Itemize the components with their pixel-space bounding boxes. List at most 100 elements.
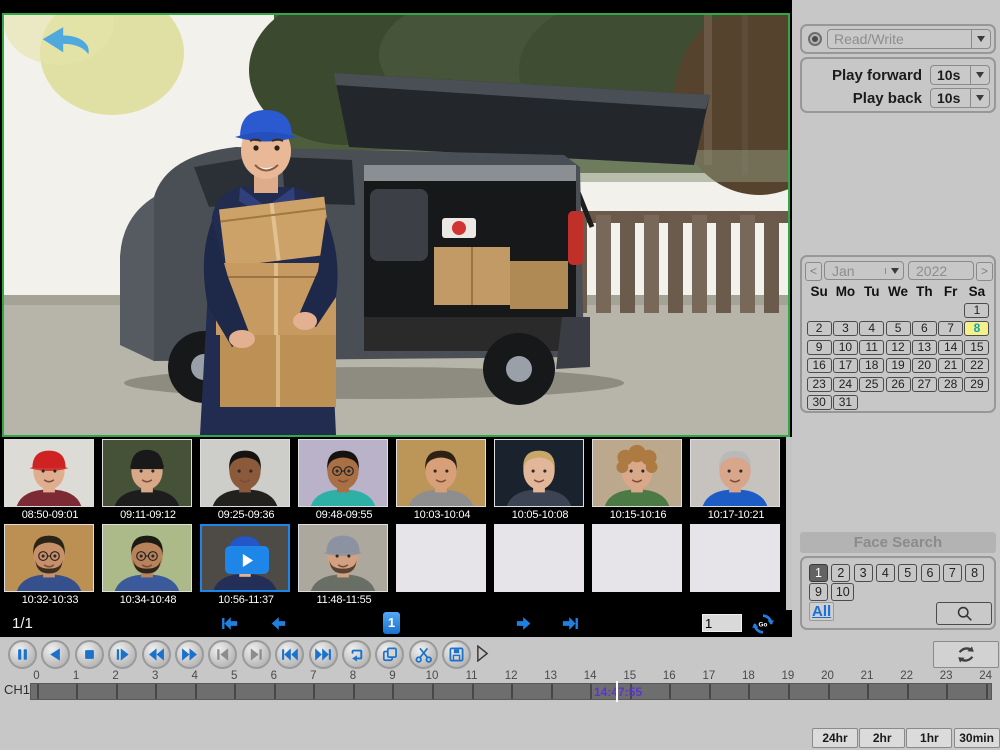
face-target-button-10[interactable]: 10 <box>831 583 854 601</box>
man-glasses-profile-store-thumbnail[interactable] <box>4 524 94 592</box>
select-all-button[interactable]: All <box>809 602 834 621</box>
thumbnail-scrollbar[interactable] <box>786 437 792 610</box>
calendar-date-15[interactable]: 15 <box>964 340 989 355</box>
calendar-date-25[interactable]: 25 <box>859 377 884 392</box>
back-button[interactable] <box>38 23 94 61</box>
hour-tick <box>195 684 197 699</box>
face-target-button-7[interactable]: 7 <box>943 564 962 582</box>
rewind-button[interactable] <box>142 640 171 669</box>
face-target-button-5[interactable]: 5 <box>898 564 917 582</box>
play-back-dropdown[interactable]: 10s <box>930 88 990 108</box>
thumbnail-slot: 10:05-10:08 <box>494 439 586 521</box>
playhead-cursor[interactable] <box>616 681 618 702</box>
calendar-date-31[interactable]: 31 <box>833 395 858 410</box>
go-page-button[interactable]: Go <box>752 613 774 635</box>
fast-forward-button[interactable] <box>175 640 204 669</box>
man-glasses-beard-store-thumbnail[interactable] <box>102 524 192 592</box>
play-backward-button[interactable] <box>41 640 70 669</box>
calendar-date-30[interactable]: 30 <box>807 395 832 410</box>
cut-button[interactable] <box>409 640 438 669</box>
swap-view-button[interactable] <box>933 641 999 668</box>
range-button-1hr[interactable]: 1hr <box>906 728 952 748</box>
prev-record-button[interactable] <box>275 640 304 669</box>
man-black-beanie-thumbnail[interactable] <box>102 439 192 507</box>
calendar-date-10[interactable]: 10 <box>833 340 858 355</box>
calendar-next-button[interactable]: > <box>976 262 993 281</box>
prev-page-button[interactable] <box>266 614 292 633</box>
copy-button[interactable] <box>375 640 404 669</box>
face-target-button-8[interactable]: 8 <box>965 564 984 582</box>
face-target-button-3[interactable]: 3 <box>854 564 873 582</box>
man-smiling-store-thumbnail[interactable] <box>396 439 486 507</box>
calendar-date-6[interactable]: 6 <box>912 321 937 336</box>
face-target-button-2[interactable]: 2 <box>831 564 850 582</box>
calendar-date-24[interactable]: 24 <box>833 377 858 392</box>
loop-button[interactable] <box>342 640 371 669</box>
calendar-date-29[interactable]: 29 <box>964 377 989 392</box>
play-overlay-icon[interactable] <box>225 546 269 574</box>
face-target-button-1[interactable]: 1 <box>809 564 828 582</box>
calendar-date-1[interactable]: 1 <box>964 303 989 318</box>
stream-mode-radio[interactable] <box>808 32 822 46</box>
calendar-date-2[interactable]: 2 <box>807 321 832 336</box>
man-glasses-teal-shirt-thumbnail[interactable] <box>298 439 388 507</box>
calendar-date-19[interactable]: 19 <box>886 358 911 373</box>
calendar-date-3[interactable]: 3 <box>833 321 858 336</box>
calendar-date-27[interactable]: 27 <box>912 377 937 392</box>
calendar-date-11[interactable]: 11 <box>859 340 884 355</box>
calendar-date-8[interactable]: 8 <box>964 321 989 336</box>
prev-frame-button[interactable] <box>208 640 237 669</box>
calendar-date-18[interactable]: 18 <box>859 358 884 373</box>
face-target-button-9[interactable]: 9 <box>809 583 828 601</box>
current-page-indicator[interactable]: 1 <box>383 612 400 634</box>
calendar-date-28[interactable]: 28 <box>938 377 963 392</box>
playback-controls <box>0 637 1000 672</box>
calendar-date-16[interactable]: 16 <box>807 358 832 373</box>
calendar-date-22[interactable]: 22 <box>964 358 989 373</box>
man-gray-hair-blue-shirt-thumbnail[interactable] <box>690 439 780 507</box>
expand-toggle-button[interactable] <box>476 645 489 667</box>
timeline-bar[interactable] <box>30 683 992 700</box>
play-forward-dropdown[interactable]: 10s <box>930 65 990 85</box>
man-red-cap-thumbnail[interactable] <box>4 439 94 507</box>
play-forward-button[interactable] <box>108 640 137 669</box>
calendar-date-13[interactable]: 13 <box>912 340 937 355</box>
calendar-date-9[interactable]: 9 <box>807 340 832 355</box>
calendar-date-21[interactable]: 21 <box>938 358 963 373</box>
calendar-date-23[interactable]: 23 <box>807 377 832 392</box>
next-record-button[interactable] <box>309 640 338 669</box>
calendar-date-5[interactable]: 5 <box>886 321 911 336</box>
save-button[interactable] <box>442 640 471 669</box>
face-search-button[interactable] <box>936 602 992 625</box>
man-blue-cap-selected-thumbnail[interactable] <box>200 524 290 592</box>
face-target-button-4[interactable]: 4 <box>876 564 895 582</box>
next-frame-button[interactable] <box>242 640 271 669</box>
year-box[interactable]: 2022 <box>908 261 974 280</box>
first-page-button[interactable] <box>218 614 244 633</box>
calendar-date-20[interactable]: 20 <box>912 358 937 373</box>
read-write-dropdown[interactable]: Read/Write <box>827 29 991 49</box>
calendar-date-14[interactable]: 14 <box>938 340 963 355</box>
last-page-button[interactable] <box>558 614 584 633</box>
calendar-date-12[interactable]: 12 <box>886 340 911 355</box>
calendar-date-17[interactable]: 17 <box>833 358 858 373</box>
month-dropdown[interactable]: Jan <box>824 261 904 280</box>
pause-button[interactable] <box>8 640 37 669</box>
stop-button[interactable] <box>75 640 104 669</box>
man-gray-cap-beard-thumbnail[interactable] <box>298 524 388 592</box>
range-button-24hr[interactable]: 24hr <box>812 728 858 748</box>
calendar-date-7[interactable]: 7 <box>938 321 963 336</box>
calendar-prev-button[interactable]: < <box>805 262 822 281</box>
page-input[interactable] <box>702 614 742 632</box>
calendar-date-26[interactable]: 26 <box>886 377 911 392</box>
next-page-button[interactable] <box>512 614 538 633</box>
range-button-30min[interactable]: 30min <box>954 728 1000 748</box>
calendar-date-4[interactable]: 4 <box>859 321 884 336</box>
face-target-button-6[interactable]: 6 <box>921 564 940 582</box>
man-laughing-thumbnail[interactable] <box>200 439 290 507</box>
man-looking-up-thumbnail[interactable] <box>494 439 584 507</box>
child-curly-hair-thumbnail[interactable] <box>592 439 682 507</box>
video-preview-delivery-scene[interactable] <box>4 15 788 435</box>
hour-tick <box>274 684 276 699</box>
range-button-2hr[interactable]: 2hr <box>859 728 905 748</box>
